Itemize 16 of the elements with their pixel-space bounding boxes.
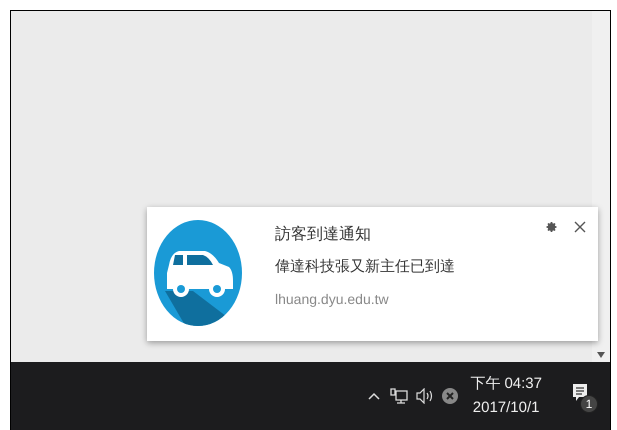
clock[interactable]: 下午 04:37 2017/10/1 <box>470 372 542 420</box>
network-icon[interactable] <box>390 387 408 405</box>
notification-source: lhuang.dyu.edu.tw <box>275 290 390 309</box>
car-icon <box>153 219 243 327</box>
action-center-icon[interactable] <box>572 383 588 403</box>
notification-count-badge: 1 <box>580 395 598 413</box>
error-icon[interactable] <box>442 388 458 404</box>
notification-title: 訪客到達通知 <box>275 225 372 245</box>
speaker-icon[interactable] <box>416 388 434 404</box>
settings-icon[interactable] <box>546 221 558 233</box>
close-icon[interactable] <box>574 221 586 233</box>
clock-time: 下午 04:37 <box>470 374 542 394</box>
notification-message: 偉達科技張又新主任已到達 <box>275 257 456 277</box>
chevron-up-icon[interactable] <box>368 392 380 400</box>
clock-date: 2017/10/1 <box>472 398 540 418</box>
scroll-down-icon[interactable] <box>597 352 605 358</box>
